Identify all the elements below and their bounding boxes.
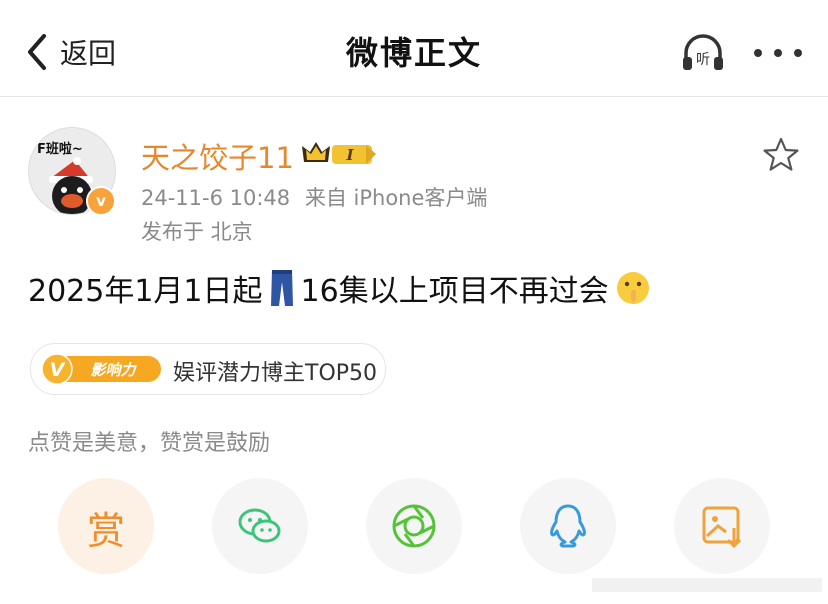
influence-v-badge-icon: V 影响力	[41, 353, 161, 385]
top-navigation-bar: 返回 微博正文 听	[0, 0, 828, 97]
share-qq-button[interactable]	[520, 478, 616, 574]
influence-badge-text: 影响力	[90, 361, 137, 379]
reward-tip: 点赞是美意，赞赏是鼓励	[28, 431, 271, 456]
save-image-icon	[702, 506, 742, 549]
star-icon[interactable]	[762, 136, 800, 174]
crown-vip-icon: I	[302, 142, 376, 164]
more-options-icon[interactable]	[752, 41, 804, 65]
username[interactable]: 天之饺子11	[141, 135, 294, 177]
wechat-icon	[238, 508, 281, 543]
post-source: 来自 iPhone客户端	[304, 186, 488, 210]
share-actions: 赏	[0, 478, 828, 578]
share-wechat-button[interactable]	[212, 478, 308, 574]
jeans-icon	[270, 270, 293, 306]
post-text-part2: 16集以上项目不再过会	[300, 274, 609, 309]
avatar-caption: F班啦~	[37, 142, 83, 157]
watermark-icon	[592, 578, 822, 592]
influence-badge[interactable]: V 影响力 娱评潜力博主TOP50	[30, 343, 386, 395]
headphones-listen-icon[interactable]: 听	[680, 31, 726, 75]
shush-face-icon	[616, 272, 649, 304]
influence-label: 娱评潜力博主TOP50	[173, 361, 378, 386]
post-content: 2025年1月1日起 16集以上项目不再过会	[28, 266, 651, 310]
save-image-button[interactable]	[674, 478, 770, 574]
post-location: 发布于 北京	[141, 220, 253, 244]
post-meta: 24-11-6 10:48 来自 iPhone客户端	[141, 182, 487, 212]
svg-text:V: V	[50, 359, 66, 381]
svg-text:听: 听	[696, 52, 710, 68]
vip-level-text: I	[345, 146, 354, 164]
qq-penguin-icon	[550, 504, 586, 548]
moments-aperture-icon	[392, 504, 436, 548]
reward-button[interactable]: 赏	[58, 478, 154, 574]
share-moments-button[interactable]	[366, 478, 462, 574]
reward-label: 赏	[86, 509, 125, 553]
v-badge-icon: v	[86, 186, 116, 216]
post-text-part1: 2025年1月1日起	[28, 274, 263, 309]
post-timestamp: 24-11-6 10:48	[141, 186, 291, 210]
